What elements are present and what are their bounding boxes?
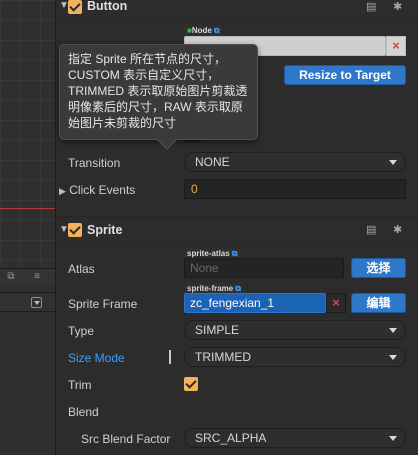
sprite-frame-field[interactable]: zc_fengexian_1 (184, 293, 326, 313)
tooltip-line: 始图片未剪裁的尺寸 (68, 116, 177, 130)
node-tag-label: Node (191, 26, 212, 35)
clear-icon[interactable]: × (386, 36, 406, 56)
trim-checkbox[interactable] (184, 377, 198, 391)
transition-label: Transition (68, 156, 121, 170)
atlas-label: Atlas (68, 262, 95, 276)
text-cursor (169, 350, 171, 364)
blend-label: Blend (68, 405, 99, 419)
dropdown-icon[interactable] (31, 297, 42, 308)
link-icon[interactable]: ⧉ (232, 249, 238, 258)
button-enabled-checkbox[interactable] (68, 0, 82, 14)
link-icon[interactable]: ⧉ (235, 284, 241, 293)
atlas-field[interactable]: None (184, 258, 344, 278)
tooltip-line: TRIMMED 表示取原始图片剪裁透 (68, 84, 248, 98)
chevron-down-icon (389, 436, 397, 441)
scene-grid (0, 0, 55, 268)
sprite-enabled-checkbox[interactable] (68, 223, 82, 237)
sprite-frame-label: Sprite Frame (68, 297, 138, 311)
trim-label: Trim (68, 378, 92, 392)
size-mode-value: TRIMMED (195, 350, 251, 364)
menu-icon[interactable]: ≡ (32, 272, 42, 282)
chevron-down-icon (389, 160, 397, 165)
scene-axis-line (0, 208, 55, 209)
type-select[interactable]: SIMPLE (184, 320, 406, 340)
transition-select[interactable]: NONE (184, 152, 406, 172)
tooltip-line: 指定 Sprite 所在节点的尺寸， (68, 52, 227, 66)
src-blend-factor-select[interactable]: SRC_ALPHA (184, 428, 406, 448)
scene-panel[interactable]: ⧉ ≡ (0, 0, 56, 455)
click-events-label[interactable]: ▶ Click Events (59, 183, 135, 197)
sprite-section-title: Sprite (87, 223, 123, 237)
tooltip-line: 明像素后的尺寸，RAW 表示取原 (68, 100, 243, 114)
scene-subbar (0, 292, 55, 312)
gear-icon[interactable]: ✱ (393, 223, 402, 236)
chevron-down-icon (389, 355, 397, 360)
book-icon[interactable]: ▤ (366, 0, 376, 13)
link-icon[interactable]: ⧉ (214, 26, 220, 35)
clear-icon[interactable]: × (326, 293, 346, 313)
resize-to-target-button[interactable]: Resize to Target (284, 65, 406, 85)
src-blend-factor-value: SRC_ALPHA (195, 431, 267, 445)
src-blend-factor-label: Src Blend Factor (81, 432, 171, 446)
button-section-header[interactable]: ▼ Button ▤ ✱ (57, 0, 418, 21)
gear-icon[interactable]: ✱ (393, 0, 402, 13)
transition-value: NONE (195, 155, 230, 169)
atlas-select-button[interactable]: 选择 (351, 258, 406, 278)
node-type-tag: ■Node ⧉ (184, 25, 223, 36)
book-icon[interactable]: ▤ (366, 223, 376, 236)
type-value: SIMPLE (195, 323, 240, 337)
size-mode-label: Size Mode (68, 351, 125, 365)
sprite-frame-tag-label: sprite-frame (187, 284, 234, 293)
click-events-count-input[interactable]: 0 (184, 179, 406, 199)
chevron-down-icon (389, 328, 397, 333)
tooltip-line: CUSTOM 表示自定义尺寸， (68, 68, 220, 82)
type-label: Type (68, 324, 95, 338)
size-mode-tooltip: 指定 Sprite 所在节点的尺寸， CUSTOM 表示自定义尺寸， TRIMM… (59, 44, 258, 150)
scene-toolbar: ⧉ ≡ (0, 268, 55, 286)
sprite-section-header[interactable]: ▼ Sprite ▤ ✱ (57, 216, 418, 244)
expand-arrow-icon[interactable]: ▶ (59, 186, 66, 196)
button-section-title: Button (87, 0, 128, 13)
size-mode-select[interactable]: TRIMMED (184, 347, 406, 367)
layers-icon[interactable]: ⧉ (6, 272, 16, 282)
atlas-tag-label: sprite-atlas (187, 249, 230, 258)
sprite-frame-edit-button[interactable]: 编辑 (351, 293, 406, 313)
click-events-text: Click Events (69, 183, 136, 197)
